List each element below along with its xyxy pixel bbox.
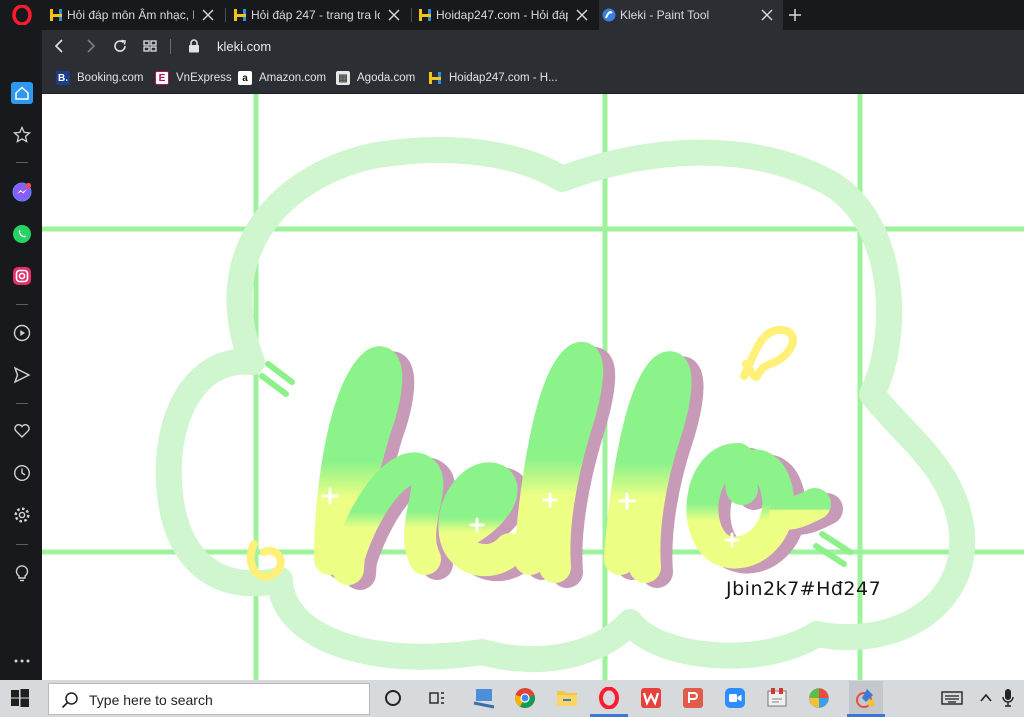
tab-title: Hoidap247.com - Hỏi đáp c	[436, 8, 568, 22]
task-view-icon[interactable]	[425, 686, 449, 710]
kleki-favicon-icon	[602, 8, 616, 22]
close-icon[interactable]	[386, 7, 402, 23]
home-icon[interactable]	[11, 82, 33, 104]
hoidap247-favicon-icon	[419, 9, 431, 21]
url-separator	[170, 39, 171, 54]
watermark-text: Jbin2k7#Hđ247	[726, 578, 882, 600]
whatsapp-icon[interactable]	[11, 223, 33, 245]
play-icon[interactable]	[11, 322, 33, 344]
file-explorer-icon[interactable]	[555, 686, 579, 710]
sidebar-separator	[16, 544, 28, 545]
tab-separator	[225, 8, 226, 22]
booking-icon: B.	[56, 71, 70, 85]
heart-icon[interactable]	[11, 420, 33, 442]
sidebar-separator	[16, 304, 28, 305]
bookmark-label: VnExpress	[176, 72, 232, 84]
send-icon[interactable]	[11, 364, 33, 386]
opera-logo-icon[interactable]	[12, 5, 32, 25]
cortana-icon[interactable]	[381, 686, 405, 710]
chrome-icon[interactable]	[513, 686, 537, 710]
tab-separator	[411, 8, 412, 22]
tab-grid-icon[interactable]	[142, 38, 158, 54]
messenger-icon[interactable]	[11, 181, 33, 203]
sidebar-separator	[16, 162, 28, 163]
microphone-icon[interactable]	[996, 686, 1020, 710]
tab-hoidap-247[interactable]: Hỏi đáp 247 - trang tra loi	[230, 0, 410, 30]
bookmarks-bar: B. Booking.com E VnExpress a Amazon.com …	[42, 63, 1024, 94]
snipping-tool-icon[interactable]	[765, 686, 789, 710]
tab-kleki[interactable]: Kleki - Paint Tool	[599, 0, 783, 30]
windows-start-icon[interactable]	[10, 688, 30, 708]
bookmark-vnexpress[interactable]: E VnExpress	[155, 70, 232, 86]
opera-icon[interactable]	[597, 686, 621, 710]
search-icon	[61, 692, 78, 709]
history-icon[interactable]	[11, 462, 33, 484]
forward-icon[interactable]	[82, 38, 98, 54]
new-tab-plus-icon[interactable]	[786, 6, 804, 24]
tab-strip: Hỏi đáp môn Âm nhạc, Mỹ Hỏi đáp 247 - tr…	[0, 0, 1024, 30]
tab-title: Kleki - Paint Tool	[620, 8, 710, 22]
bookmark-label: Agoda.com	[357, 72, 416, 84]
people-icon[interactable]	[472, 686, 496, 710]
agoda-icon: ▦	[336, 71, 350, 85]
reload-icon[interactable]	[112, 38, 128, 54]
bookmark-label: Amazon.com	[259, 72, 327, 84]
sidebar-separator	[16, 403, 28, 404]
bookmark-label: Booking.com	[77, 72, 144, 84]
url-field[interactable]: kleki.com	[217, 39, 271, 54]
bookmark-label: Hoidap247.com - H...	[449, 72, 558, 84]
bookmark-agoda[interactable]: ▦ Agoda.com	[336, 70, 415, 86]
hoidap247-favicon-icon	[234, 9, 246, 21]
chevron-up-icon[interactable]	[974, 686, 998, 710]
hoidap247-icon	[429, 72, 441, 84]
keyboard-icon[interactable]	[940, 686, 964, 710]
wps-pdf-icon[interactable]	[681, 686, 705, 710]
hoidap247-favicon-icon	[50, 9, 62, 21]
vnexpress-icon: E	[155, 71, 169, 85]
star-icon[interactable]	[11, 124, 33, 146]
tab-title: Hỏi đáp 247 - trang tra loi	[251, 8, 380, 22]
more-icon[interactable]	[11, 650, 33, 672]
wps-office-icon[interactable]	[639, 686, 663, 710]
windows-taskbar	[0, 680, 1024, 717]
bulb-icon[interactable]	[11, 562, 33, 584]
taskbar-search-box[interactable]	[48, 683, 370, 715]
close-icon[interactable]	[574, 7, 590, 23]
instagram-icon[interactable]	[11, 265, 33, 287]
paint-icon[interactable]	[807, 686, 831, 710]
back-icon[interactable]	[52, 38, 68, 54]
tab-title: Hỏi đáp môn Âm nhạc, Mỹ	[67, 8, 194, 22]
close-icon[interactable]	[200, 7, 216, 23]
bookmark-booking[interactable]: B. Booking.com	[56, 70, 143, 86]
bookmark-hoidap247[interactable]: Hoidap247.com - H...	[428, 70, 558, 86]
close-icon[interactable]	[759, 7, 775, 23]
lock-icon[interactable]	[188, 39, 200, 53]
drawing-canvas[interactable]: Jbin2k7#Hđ247	[42, 94, 1024, 680]
amazon-icon: a	[238, 71, 252, 85]
opera-sidebar	[0, 30, 42, 680]
address-bar: kleki.com	[42, 30, 1024, 63]
tab-hoidap247-com[interactable]: Hoidap247.com - Hỏi đáp c	[415, 0, 598, 30]
search-input[interactable]	[87, 688, 361, 712]
tab-am-nhac[interactable]: Hỏi đáp môn Âm nhạc, Mỹ	[46, 0, 224, 30]
bookmark-amazon[interactable]: a Amazon.com	[238, 70, 326, 86]
settings-icon[interactable]	[11, 504, 33, 526]
zoom-icon[interactable]	[723, 686, 747, 710]
paint-tool-icon[interactable]	[849, 681, 883, 715]
